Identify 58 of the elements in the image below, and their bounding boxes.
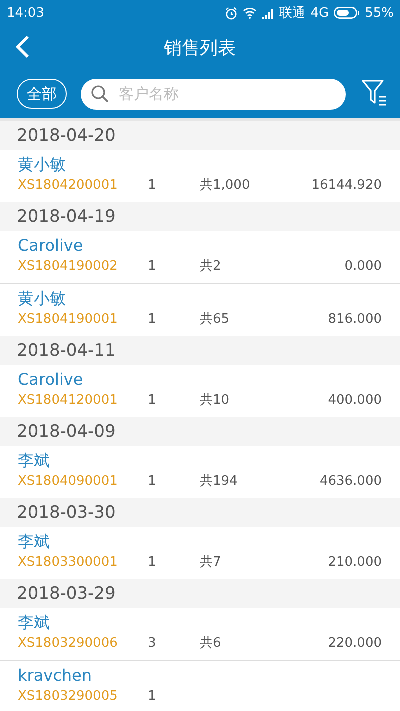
- customer-name: 李斌: [18, 531, 51, 553]
- order-code: XS1804090001: [18, 473, 119, 491]
- order-amount: 210.000: [327, 554, 382, 572]
- quantity-total: 共1,000: [200, 177, 252, 195]
- customer-name: Carolive: [18, 369, 84, 391]
- item-count: 1: [148, 311, 158, 329]
- order-row[interactable]: Carolive XS1804190002 1 共2 0.000: [0, 231, 400, 283]
- order-code: XS1803300001: [18, 554, 119, 572]
- search-icon: [91, 84, 109, 102]
- order-amount: 220.000: [327, 635, 382, 653]
- order-row[interactable]: 李斌 XS1804090001 1 共194 4636.000: [0, 446, 400, 498]
- quantity-total: 共6: [200, 635, 222, 653]
- quantity-total: 共194: [200, 473, 239, 491]
- item-count: 1: [148, 473, 158, 491]
- order-code: XS1804200001: [18, 177, 119, 195]
- order-amount: 16144.920: [310, 177, 382, 195]
- wifi-icon: [242, 7, 257, 19]
- quantity-total: 共7: [200, 554, 222, 572]
- customer-name: Carolive: [18, 235, 84, 257]
- quantity-total: 共10: [200, 392, 231, 410]
- order-row[interactable]: Carolive XS1804120001 1 共10 400.000: [0, 365, 400, 417]
- carrier-label: 联通: [280, 5, 306, 22]
- customer-name: 李斌: [18, 612, 51, 634]
- order-row[interactable]: 黄小敏 XS1804190001 1 共65 816.000: [0, 283, 400, 336]
- customer-name: kravchen: [18, 665, 94, 687]
- quantity-total: 共2: [200, 258, 222, 276]
- network-label: 4G: [310, 6, 330, 20]
- order-row[interactable]: 李斌 XS1803300001 1 共7 210.000: [0, 527, 400, 579]
- order-amount: 400.000: [327, 392, 382, 410]
- customer-name: 黄小敏: [18, 288, 67, 310]
- order-row[interactable]: 黄小敏 XS1804200001 1 共1,000 16144.920: [0, 150, 400, 202]
- order-code: XS1803290005: [18, 688, 119, 706]
- order-code: XS1804190002: [18, 258, 119, 276]
- scope-button[interactable]: 全部: [17, 79, 67, 109]
- search-field[interactable]: 客户名称: [81, 78, 346, 110]
- order-code: XS1804190001: [18, 311, 119, 329]
- order-amount: 816.000: [327, 311, 382, 329]
- order-row[interactable]: 李斌 XS1803290006 3 共6 220.000: [0, 608, 400, 660]
- item-count: 1: [148, 688, 158, 706]
- battery-icon: [334, 7, 360, 19]
- order-amount: 4636.000: [318, 473, 382, 491]
- quantity-total: 共65: [200, 311, 231, 329]
- item-count: 1: [148, 177, 158, 195]
- item-count: 3: [148, 635, 158, 653]
- item-count: 1: [148, 554, 158, 572]
- status-time: 14:03: [7, 6, 44, 20]
- battery-percent: 55%: [365, 6, 394, 20]
- order-code: XS1803290006: [18, 635, 119, 653]
- item-count: 1: [148, 392, 158, 410]
- page-title: 销售列表: [164, 37, 236, 60]
- order-amount: 0.000: [344, 258, 382, 276]
- order-code: XS1804120001: [18, 392, 119, 410]
- signal-icon: [262, 8, 275, 18]
- order-row[interactable]: kravchen XS1803290005 1: [0, 660, 400, 711]
- customer-name: 李斌: [18, 450, 51, 472]
- alarm-icon: [224, 6, 238, 20]
- customer-name: 黄小敏: [18, 154, 67, 176]
- item-count: 1: [148, 258, 158, 276]
